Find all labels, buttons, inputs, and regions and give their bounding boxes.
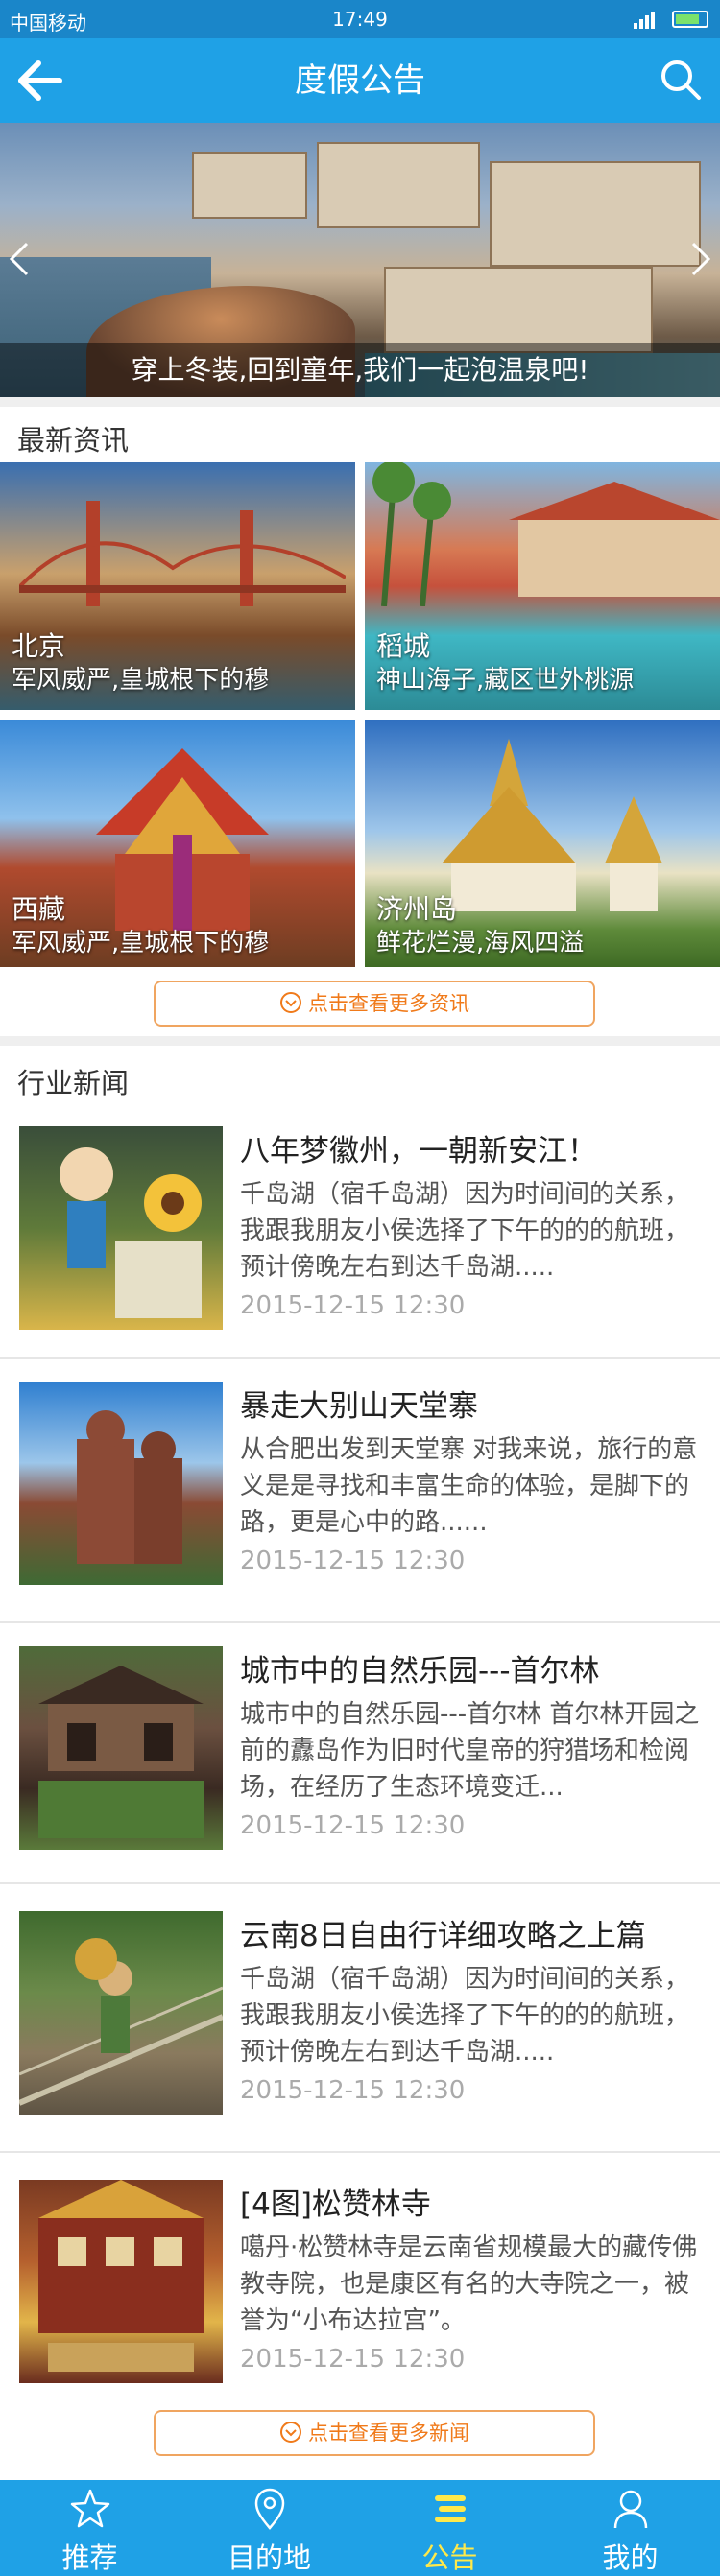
divider <box>0 2151 720 2153</box>
section-title: 最新资讯 <box>17 424 130 457</box>
news-summary: 噶丹·松赞林寺是云南省规模最大的藏传佛教寺院，也是康区有名的大寺院之一，被誉为“… <box>240 2233 698 2335</box>
news-summary: 千岛湖（宿千岛湖）因为时间间的关系，我跟我朋友小侯选择了下午的的的航班，预计傍晚… <box>240 1965 690 2067</box>
resort-image <box>372 462 720 606</box>
news-title: 暴走大别山天堂寨 <box>240 1389 478 1424</box>
destination-desc: 神山海子,藏区世外桃源 <box>376 666 635 695</box>
destination-name: 济州岛 <box>376 893 458 925</box>
search-icon[interactable] <box>659 58 703 102</box>
news-summary: 从合肥出发到天堂寨 对我来说，旅行的意义是是寻找和丰富生命的体验，是脚下的路，更… <box>240 1435 698 1537</box>
news-item[interactable]: [4图]松赞林寺 噶丹·松赞林寺是云南省规模最大的藏传佛教寺院，也是康区有名的大… <box>0 2157 720 2425</box>
app-header: 度假公告 <box>0 38 720 123</box>
tab-recommend[interactable]: 推荐 <box>0 2480 180 2576</box>
bottom-tab-bar: 推荐 目的地 公告 我的 <box>0 2480 720 2576</box>
news-thumbnail <box>19 1911 223 2115</box>
news-item[interactable]: 八年梦徽州，一朝新安江！ 千岛湖（宿千岛湖）因为时间间的关系，我跟我朋友小侯选择… <box>0 1103 720 1372</box>
news-item[interactable]: 暴走大别山天堂寨 从合肥出发到天堂寨 对我来说，旅行的意义是是寻找和丰富生命的体… <box>0 1359 720 1627</box>
news-item[interactable]: 城市中的自然乐园---首尔林 城市中的自然乐园---首尔林 首尔林开园之前的纛岛… <box>0 1623 720 1892</box>
temple-image <box>96 748 269 931</box>
destination-name: 西藏 <box>12 893 66 925</box>
news-summary: 千岛湖（宿千岛湖）因为时间间的关系，我跟我朋友小侯选择了下午的的的航班，预计傍晚… <box>240 1180 690 1282</box>
bridge-image <box>19 501 346 606</box>
destination-desc: 鲜花烂漫,海风四溢 <box>376 929 585 957</box>
carousel-next-icon[interactable] <box>689 240 712 278</box>
destination-desc: 军风威严,皇城根下的穆 <box>12 929 270 957</box>
news-date: 2015-12-15 12:30 <box>240 1291 466 1320</box>
page: 中国移动 17:49 度假公告 穿上冬装,回到童年,我们一起泡温泉吧! 最新资讯… <box>0 0 720 2576</box>
section-title: 行业新闻 <box>17 1067 130 1099</box>
chevron-down-circle-icon <box>280 992 301 1013</box>
more-news-label: 点击查看更多资讯 <box>308 992 469 1015</box>
destination-card-beijing[interactable]: 北京 军风威严,皇城根下的穆 <box>0 462 355 710</box>
news-date: 2015-12-15 12:30 <box>240 2076 466 2105</box>
news-thumbnail <box>19 1646 223 1850</box>
more-industry-news-button[interactable]: 点击查看更多新闻 <box>154 2410 595 2456</box>
destination-name: 稻城 <box>376 630 431 662</box>
clock: 17:49 <box>332 8 388 31</box>
more-news-button[interactable]: 点击查看更多资讯 <box>154 981 595 1027</box>
news-summary: 城市中的自然乐园---首尔林 首尔林开园之前的纛岛作为旧时代皇帝的狩猎场和检阅场… <box>240 1700 700 1802</box>
tab-label: 公告 <box>421 2541 478 2574</box>
announcement-icon <box>435 2495 466 2522</box>
tab-label: 目的地 <box>227 2541 311 2574</box>
destination-name: 北京 <box>12 630 66 662</box>
banner-carousel[interactable]: 穿上冬装,回到童年,我们一起泡温泉吧! <box>0 123 720 397</box>
tab-destination[interactable]: 目的地 <box>180 2480 359 2576</box>
tab-label: 我的 <box>602 2541 659 2574</box>
banner-caption: 穿上冬装,回到童年,我们一起泡温泉吧! <box>131 354 589 386</box>
news-date: 2015-12-15 12:30 <box>240 1811 466 1840</box>
news-thumbnail <box>19 1382 223 1585</box>
news-title: 云南8日自由行详细攻略之上篇 <box>240 1919 646 1953</box>
latest-news-section: 最新资讯 北京 军风威严,皇城根下的穆 稻城 神山海子,藏区世外桃源 西藏 军风… <box>0 407 720 1036</box>
chevron-down-circle-icon <box>280 2422 301 2443</box>
battery-icon <box>672 11 708 28</box>
news-title: 城市中的自然乐园---首尔林 <box>240 1654 600 1689</box>
status-bar: 中国移动 17:49 <box>0 0 720 38</box>
signal-icon <box>634 12 655 29</box>
person-icon <box>613 2490 648 2529</box>
tab-label: 推荐 <box>61 2541 118 2574</box>
destination-card-tibet[interactable]: 西藏 军风威严,皇城根下的穆 <box>0 720 355 967</box>
news-date: 2015-12-15 12:30 <box>240 2345 466 2374</box>
news-title: [4图]松赞林寺 <box>240 2187 431 2222</box>
news-title: 八年梦徽州，一朝新安江！ <box>240 1134 597 1169</box>
tab-announcement[interactable]: 公告 <box>360 2480 540 2576</box>
news-date: 2015-12-15 12:30 <box>240 1547 466 1575</box>
destination-card-daocheng[interactable]: 稻城 神山海子,藏区世外桃源 <box>365 462 720 710</box>
news-thumbnail <box>19 1126 223 1330</box>
more-industry-news-label: 点击查看更多新闻 <box>308 2422 469 2445</box>
carousel-prev-icon[interactable] <box>8 240 31 278</box>
destination-card-jeju[interactable]: 济州岛 鲜花烂漫,海风四溢 <box>365 720 720 967</box>
star-icon <box>70 2489 110 2528</box>
divider <box>0 1882 720 1884</box>
location-pin-icon <box>254 2488 285 2530</box>
news-item[interactable]: 云南8日自由行详细攻略之上篇 千岛湖（宿千岛湖）因为时间间的关系，我跟我朋友小侯… <box>0 1888 720 2157</box>
destination-desc: 军风威严,皇城根下的穆 <box>12 666 270 695</box>
page-title: 度假公告 <box>295 61 425 100</box>
news-thumbnail <box>19 2180 223 2383</box>
tab-mine[interactable]: 我的 <box>540 2480 720 2576</box>
